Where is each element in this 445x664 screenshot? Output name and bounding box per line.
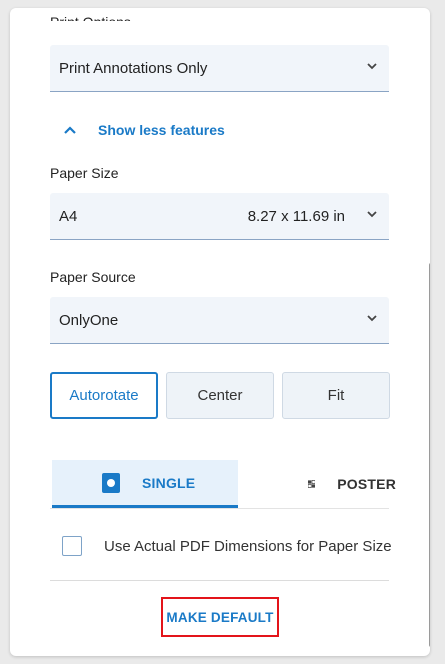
paper-source-value: OnlyOne xyxy=(59,312,119,329)
center-button[interactable]: Center xyxy=(166,372,274,419)
pdf-dimensions-checkbox[interactable] xyxy=(62,536,82,556)
chevron-down-icon xyxy=(367,211,377,218)
paper-size-select[interactable]: A4 8.27 x 11.69 in xyxy=(50,193,389,240)
paper-size-dimensions: 8.27 x 11.69 in xyxy=(247,208,345,225)
tab-single[interactable]: SINGLE xyxy=(52,460,238,508)
pdf-dimensions-label: Use Actual PDF Dimensions for Paper Size xyxy=(104,537,392,555)
tab-poster[interactable]: POSTER xyxy=(266,460,396,508)
single-page-icon xyxy=(102,472,120,493)
scrollbar[interactable] xyxy=(429,263,430,647)
tab-poster-label: POSTER xyxy=(337,476,396,492)
chevron-down-icon xyxy=(367,315,377,322)
chevron-up-icon xyxy=(64,126,76,134)
poster-icon xyxy=(308,480,316,488)
paper-source-label: Paper Source xyxy=(50,269,136,285)
chevron-down-icon xyxy=(367,63,377,70)
print-settings-panel: Print Options Print Annotations Only Sho… xyxy=(10,8,430,656)
print-options-label: Print Options xyxy=(50,8,131,21)
paper-source-select[interactable]: OnlyOne xyxy=(50,297,389,344)
divider xyxy=(50,580,389,581)
fit-button[interactable]: Fit xyxy=(282,372,390,419)
pdf-dimensions-checkbox-row[interactable]: Use Actual PDF Dimensions for Paper Size xyxy=(62,536,392,556)
autorotate-button[interactable]: Autorotate xyxy=(50,372,158,419)
print-options-select[interactable]: Print Annotations Only xyxy=(50,45,389,92)
tab-single-label: SINGLE xyxy=(142,474,196,491)
paper-size-value: A4 xyxy=(59,208,78,225)
paper-size-label: Paper Size xyxy=(50,165,119,181)
make-default-button[interactable]: MAKE DEFAULT xyxy=(161,597,279,637)
page-mode-tabs: SINGLE POSTER xyxy=(50,460,396,509)
print-options-value: Print Annotations Only xyxy=(59,60,208,77)
show-less-features-toggle[interactable]: Show less features xyxy=(62,122,225,138)
show-less-features-label: Show less features xyxy=(98,122,225,138)
